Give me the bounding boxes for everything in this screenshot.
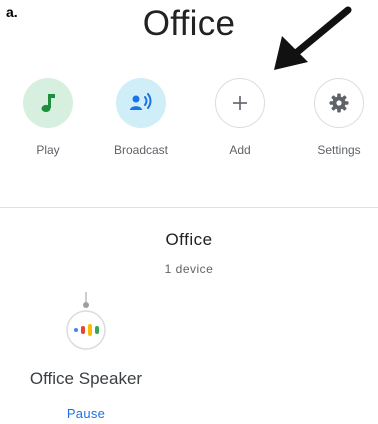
device-count: 1 device	[164, 262, 214, 276]
play-label: Play	[36, 143, 60, 157]
pause-button[interactable]: Pause	[0, 406, 172, 421]
room-card-title: Office	[165, 230, 213, 249]
add-circle[interactable]	[215, 78, 265, 128]
settings-button[interactable]: Settings	[299, 78, 378, 157]
plus-icon	[233, 96, 247, 110]
section-divider	[0, 207, 378, 208]
music-note-icon	[41, 94, 55, 113]
broadcast-icon	[130, 93, 152, 110]
settings-circle[interactable]	[314, 78, 364, 128]
add-label: Add	[229, 143, 251, 157]
broadcast-circle[interactable]	[116, 78, 166, 128]
broadcast-button[interactable]: Broadcast	[101, 78, 181, 157]
broadcast-label: Broadcast	[113, 143, 169, 157]
device-name[interactable]: Office Speaker	[0, 369, 172, 389]
arrow-annotation-icon	[274, 6, 352, 70]
google-home-speaker-icon[interactable]	[61, 292, 111, 352]
play-circle[interactable]	[23, 78, 73, 128]
gear-icon	[329, 93, 349, 113]
play-button[interactable]: Play	[8, 78, 88, 157]
settings-label: Settings	[317, 143, 361, 157]
add-button[interactable]: Add	[200, 78, 280, 157]
quick-actions-row: Play Broadcast Add Settings	[0, 78, 378, 178]
